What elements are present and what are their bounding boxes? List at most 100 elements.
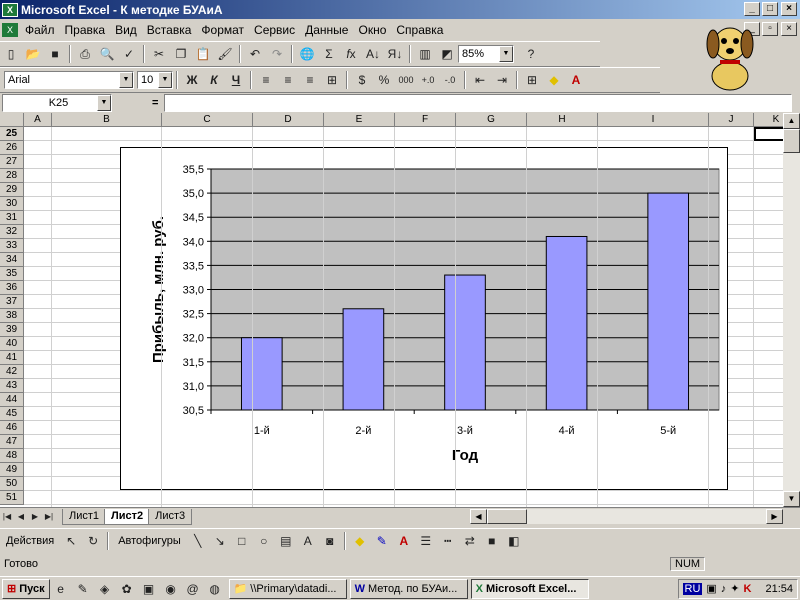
redo-icon[interactable]: ↷ <box>266 43 288 65</box>
menu-view[interactable]: Вид <box>110 23 142 37</box>
column-header-b[interactable]: B <box>52 113 162 127</box>
cut-icon[interactable]: ✂ <box>148 43 170 65</box>
borders-icon[interactable]: ⊞ <box>521 69 543 91</box>
column-header-d[interactable]: D <box>253 113 324 127</box>
copy-icon[interactable]: ❐ <box>170 43 192 65</box>
align-center-icon[interactable]: ≡ <box>277 69 299 91</box>
line-icon[interactable]: ╲ <box>187 530 209 552</box>
ie-icon[interactable]: e <box>50 578 72 600</box>
chart-area[interactable]: 30,5 31,0 31,5 32,0 32,5 33,0 33,5 34,0 34,5 35,0… <box>120 147 728 490</box>
column-header-j[interactable]: J <box>709 113 754 127</box>
row-header[interactable]: 36 <box>0 281 24 295</box>
row-header[interactable]: 42 <box>0 365 24 379</box>
sheet-tab-3[interactable]: Лист3 <box>148 508 193 525</box>
doc-close-button[interactable]: × <box>781 22 797 36</box>
scroll-up-icon[interactable]: ▲ <box>783 113 800 129</box>
task-folder[interactable]: 📁 \\Primary\datadi... <box>228 578 347 599</box>
underline-button[interactable]: Ч <box>225 69 247 91</box>
merge-center-icon[interactable]: ⊞ <box>321 69 343 91</box>
save-icon[interactable]: ■ <box>44 43 66 65</box>
volume-icon[interactable]: ♪ <box>721 583 727 595</box>
vertical-scrollbar[interactable]: ▲ ▼ <box>783 113 800 507</box>
row-header[interactable]: 25 <box>0 127 24 141</box>
rotate-icon[interactable]: ↻ <box>82 530 104 552</box>
menu-file[interactable]: Файл <box>20 23 60 37</box>
row-header[interactable]: 51 <box>0 491 24 505</box>
align-right-icon[interactable]: ≡ <box>299 69 321 91</box>
row-header[interactable]: 33 <box>0 239 24 253</box>
row-header[interactable]: 34 <box>0 253 24 267</box>
line-style-icon[interactable]: ☰ <box>415 530 437 552</box>
row-header[interactable]: 28 <box>0 169 24 183</box>
currency-icon[interactable]: $ <box>351 69 373 91</box>
start-button[interactable]: ⊞ Пуск <box>2 578 50 599</box>
row-header[interactable]: 44 <box>0 393 24 407</box>
actions-menu[interactable]: Действия <box>0 535 60 547</box>
quicklaunch-icon[interactable]: ◉ <box>160 578 182 600</box>
dash-style-icon[interactable]: ┅ <box>437 530 459 552</box>
row-header[interactable]: 26 <box>0 141 24 155</box>
spelling-icon[interactable]: ✓ <box>118 43 140 65</box>
arrow-icon[interactable]: ↘ <box>209 530 231 552</box>
sort-descending-icon[interactable]: Я↓ <box>384 43 406 65</box>
formula-input[interactable] <box>164 94 793 112</box>
column-header-a[interactable]: A <box>24 113 52 127</box>
menu-help[interactable]: Справка <box>391 23 448 37</box>
name-box[interactable]: K25 ▼ <box>2 94 112 112</box>
paste-icon[interactable]: 📋 <box>192 43 214 65</box>
task-excel[interactable]: X Microsoft Excel... <box>470 578 589 599</box>
chart-wizard-icon[interactable]: ▥ <box>414 43 436 65</box>
row-header[interactable]: 39 <box>0 323 24 337</box>
first-sheet-icon[interactable]: |◀ <box>0 506 14 528</box>
row-header[interactable]: 48 <box>0 449 24 463</box>
row-header[interactable]: 37 <box>0 295 24 309</box>
close-button[interactable]: × <box>781 2 797 16</box>
h-scroll-thumb[interactable] <box>487 509 527 524</box>
excel-doc-icon[interactable]: X <box>2 23 18 37</box>
wordart-icon[interactable]: A <box>297 530 319 552</box>
pointer-icon[interactable]: ↖ <box>60 530 82 552</box>
print-icon[interactable]: ⎙ <box>74 43 96 65</box>
undo-icon[interactable]: ↶ <box>244 43 266 65</box>
notepad-icon[interactable]: ✎ <box>72 578 94 600</box>
print-preview-icon[interactable]: 🔍 <box>96 43 118 65</box>
row-header[interactable]: 32 <box>0 225 24 239</box>
network-icon[interactable]: ▣ <box>706 582 716 595</box>
worksheet-grid[interactable]: 51 50 49 48 47 46 45 44 43 42 41 40 39 38 37 36 35 34 33 32… <box>0 113 783 507</box>
italic-button[interactable]: К <box>203 69 225 91</box>
decrease-indent-icon[interactable]: ⇤ <box>469 69 491 91</box>
font-size-select[interactable]: 10 ▼ <box>137 71 173 89</box>
column-header-g[interactable]: G <box>456 113 527 127</box>
active-cell[interactable] <box>754 127 783 141</box>
arrow-style-icon[interactable]: ⇄ <box>459 530 481 552</box>
align-left-icon[interactable]: ≡ <box>255 69 277 91</box>
draw-font-color-icon[interactable]: A <box>393 530 415 552</box>
select-all-corner[interactable] <box>0 113 24 127</box>
percent-button[interactable]: % <box>373 69 395 91</box>
outlook-icon[interactable]: @ <box>182 578 204 600</box>
bold-button[interactable]: Ж <box>181 69 203 91</box>
prev-sheet-icon[interactable]: ◀ <box>14 506 28 528</box>
quicklaunch-icon[interactable]: ◈ <box>94 578 116 600</box>
row-header[interactable]: 47 <box>0 435 24 449</box>
column-header-c[interactable]: C <box>162 113 253 127</box>
menu-data[interactable]: Данные <box>300 23 353 37</box>
drawing-icon[interactable]: ◩ <box>436 43 458 65</box>
antivirus-icon[interactable]: K <box>744 583 752 595</box>
doc-restore-button[interactable]: ▫ <box>762 22 778 36</box>
column-header-i[interactable]: I <box>598 113 709 127</box>
scroll-left-icon[interactable]: ◀ <box>470 509 487 524</box>
horizontal-scrollbar[interactable]: ◀ ▶ <box>470 509 783 524</box>
row-header[interactable]: 31 <box>0 211 24 225</box>
font-select[interactable]: Arial ▼ <box>4 71 134 89</box>
column-header-f[interactable]: F <box>395 113 456 127</box>
oval-icon[interactable]: ○ <box>253 530 275 552</box>
quicklaunch-icon[interactable]: ▣ <box>138 578 160 600</box>
quicklaunch-icon[interactable]: ◍ <box>204 578 226 600</box>
chevron-down-icon[interactable]: ▼ <box>158 72 172 88</box>
tray-icon[interactable]: ✦ <box>730 582 739 595</box>
row-header[interactable]: 43 <box>0 379 24 393</box>
chevron-down-icon[interactable]: ▼ <box>499 46 513 62</box>
open-icon[interactable]: 📂 <box>22 43 44 65</box>
chevron-down-icon[interactable]: ▼ <box>119 72 133 88</box>
